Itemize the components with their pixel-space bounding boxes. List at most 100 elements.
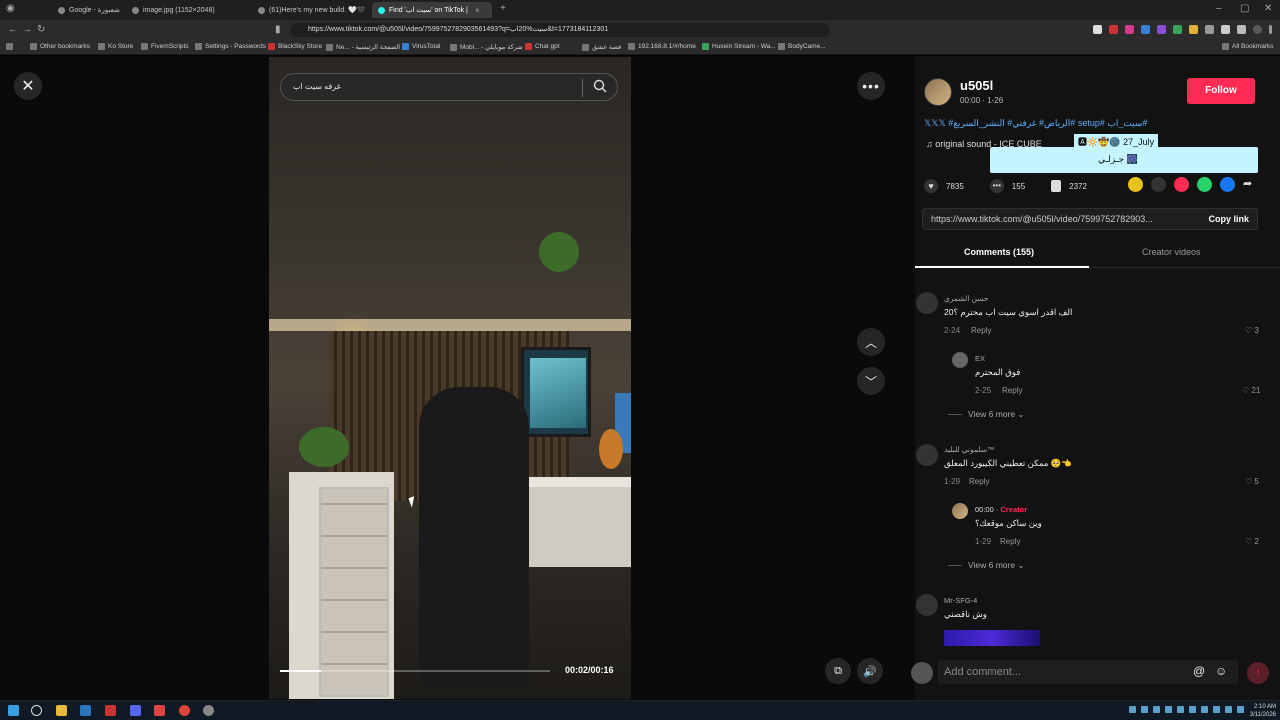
new-tab-icon[interactable]: + — [500, 3, 506, 14]
tray-icon[interactable] — [1225, 706, 1232, 713]
video-player[interactable] — [269, 57, 631, 699]
tab-creator-videos[interactable]: Creator videos — [1142, 247, 1201, 257]
comment-author[interactable]: Mr-SFG-4 — [944, 596, 977, 605]
next-video-button[interactable]: ﹀ — [857, 367, 885, 395]
bookmark-item[interactable]: قصة عشق — [582, 43, 621, 51]
volume-button[interactable]: 🔊 — [857, 658, 883, 684]
previous-video-button[interactable]: ︿ — [857, 328, 885, 356]
tray-icon[interactable] — [1177, 706, 1184, 713]
whatsapp-share-icon[interactable] — [1197, 177, 1212, 192]
avatar[interactable] — [924, 78, 952, 106]
browser-tab[interactable]: (61)Here's my new build. 🤍🖤 😍 ➜ St — [252, 2, 368, 18]
bookmark-item[interactable]: BodyCame... — [778, 43, 826, 50]
comment-media-thumbnail[interactable] — [944, 630, 1040, 646]
lemon8-share-icon[interactable] — [1128, 177, 1143, 192]
system-clock[interactable]: 2:10 AM 3/11/2026 — [1250, 703, 1276, 719]
search-icon[interactable] — [31, 705, 42, 716]
app-icon[interactable] — [154, 705, 165, 716]
apps-icon[interactable] — [6, 43, 13, 50]
bookmark-page-icon[interactable]: ▮ — [275, 24, 281, 35]
app-icon[interactable] — [105, 705, 116, 716]
forward-icon[interactable]: → — [22, 24, 32, 35]
copy-link-button[interactable]: Copy link — [1208, 214, 1249, 224]
comment-author[interactable]: 00:00 · Creator — [975, 505, 1027, 514]
comment-like[interactable]: ♡ 3 — [1245, 326, 1259, 335]
hashtags[interactable]: #سيت_اب #setup #الرياض# غرفتي# النشر_الس… — [924, 118, 1164, 129]
comment-icon[interactable]: ••• — [989, 179, 1004, 193]
avatar[interactable] — [952, 503, 968, 519]
tray-icon[interactable] — [1165, 706, 1172, 713]
close-tab-icon[interactable]: × — [475, 6, 480, 15]
comment-author[interactable]: EX — [975, 354, 985, 363]
discord-icon[interactable] — [130, 705, 141, 716]
extension-icon[interactable] — [1141, 25, 1150, 34]
profile-icon[interactable] — [1253, 25, 1262, 34]
tray-icon[interactable] — [1201, 706, 1208, 713]
steam-icon[interactable] — [80, 705, 91, 716]
browser-menu-icon[interactable]: ◉ — [6, 3, 15, 14]
reply-button[interactable]: Reply — [1002, 386, 1022, 395]
comment-like[interactable]: ♡ 5 — [1245, 477, 1259, 486]
tray-icon[interactable] — [1189, 706, 1196, 713]
embed-share-icon[interactable] — [1151, 177, 1166, 192]
send-share-icon[interactable] — [1174, 177, 1189, 192]
extension-icon[interactable] — [1093, 25, 1102, 34]
bookmark-item[interactable]: Ne... - الصفحة الرئيسية — [326, 43, 400, 51]
tray-icon[interactable] — [1141, 706, 1148, 713]
facebook-share-icon[interactable] — [1220, 177, 1235, 192]
post-comment-button[interactable]: ↑ — [1247, 662, 1269, 684]
file-explorer-icon[interactable] — [56, 705, 67, 716]
back-icon[interactable]: ← — [8, 24, 18, 35]
comment-like[interactable]: ♡ 21 — [1242, 386, 1260, 395]
comment-like[interactable]: ♡ 2 — [1245, 537, 1259, 546]
heart-icon[interactable]: ♥ — [924, 179, 938, 193]
reply-button[interactable]: Reply — [1000, 537, 1020, 546]
extension-icon[interactable] — [1109, 25, 1118, 34]
maximize-icon[interactable]: ▢ — [1240, 3, 1249, 14]
view-more-replies[interactable]: View 6 more ⌄ — [948, 560, 1025, 571]
tray-icon[interactable] — [1129, 706, 1136, 713]
bookmark-item[interactable]: VirusTotal — [402, 43, 440, 50]
avatar[interactable] — [916, 292, 938, 314]
bookmark-item[interactable]: Other bookmarks — [30, 43, 90, 50]
view-more-replies[interactable]: View 6 more ⌄ — [948, 409, 1025, 420]
reply-button[interactable]: Reply — [969, 477, 989, 486]
pip-button[interactable]: ⧉ — [825, 658, 851, 684]
tab-comments[interactable]: Comments (155) — [964, 247, 1034, 257]
bookmark-item[interactable]: Husein Stream - Wa... — [702, 43, 776, 50]
video-progress-bar[interactable] — [280, 670, 550, 672]
window-close-icon[interactable]: ✕ — [1264, 3, 1272, 14]
comment-author[interactable]: حسن الشمري — [944, 294, 989, 303]
search-input[interactable]: غرفه سيت اب — [293, 82, 341, 91]
chrome-icon[interactable] — [179, 705, 190, 716]
bookmark-item[interactable]: Chat gpt — [525, 43, 560, 50]
extension-icon[interactable] — [1157, 25, 1166, 34]
close-video-button[interactable]: ✕ — [14, 72, 42, 100]
extension-icon[interactable] — [1173, 25, 1182, 34]
extension-icon[interactable] — [1221, 25, 1230, 34]
browser-tab-active[interactable]: Find 'سيت اب' on TikTok | Tik × — [372, 2, 492, 18]
browser-tab[interactable]: image.jpg (1152×2048) — [126, 2, 250, 18]
bookmark-item[interactable]: Settings - Passwords — [195, 43, 266, 50]
search-icon[interactable] — [593, 79, 607, 93]
minimize-icon[interactable]: – — [1216, 3, 1222, 14]
browser-menu-dots-icon[interactable] — [1269, 25, 1272, 34]
avatar[interactable] — [952, 352, 968, 368]
tray-icon[interactable] — [1153, 706, 1160, 713]
avatar[interactable] — [916, 444, 938, 466]
settings-icon[interactable] — [203, 705, 214, 716]
forward-share-icon[interactable]: ➦ — [1243, 177, 1258, 192]
extension-icon[interactable] — [1205, 25, 1214, 34]
share-link-url[interactable]: https://www.tiktok.com/@u505l/video/7599… — [931, 214, 1191, 224]
more-options-button[interactable]: ••• — [857, 72, 885, 100]
video-search-box[interactable]: غرفه سيت اب — [280, 73, 618, 101]
follow-button[interactable]: Follow — [1187, 78, 1255, 104]
bookmark-item[interactable]: FivemScripts — [141, 43, 189, 50]
url-field[interactable]: https://www.tiktok.com/@u505l/video/7599… — [290, 23, 830, 37]
bookmark-item[interactable]: All Bookmarks — [1222, 43, 1274, 50]
bookmark-item[interactable]: BlackSky Store — [268, 43, 322, 50]
mention-icon[interactable]: @ — [1193, 664, 1205, 678]
emoji-icon[interactable]: ☺ — [1215, 664, 1227, 678]
avatar[interactable] — [916, 594, 938, 616]
extension-icon[interactable] — [1189, 25, 1198, 34]
